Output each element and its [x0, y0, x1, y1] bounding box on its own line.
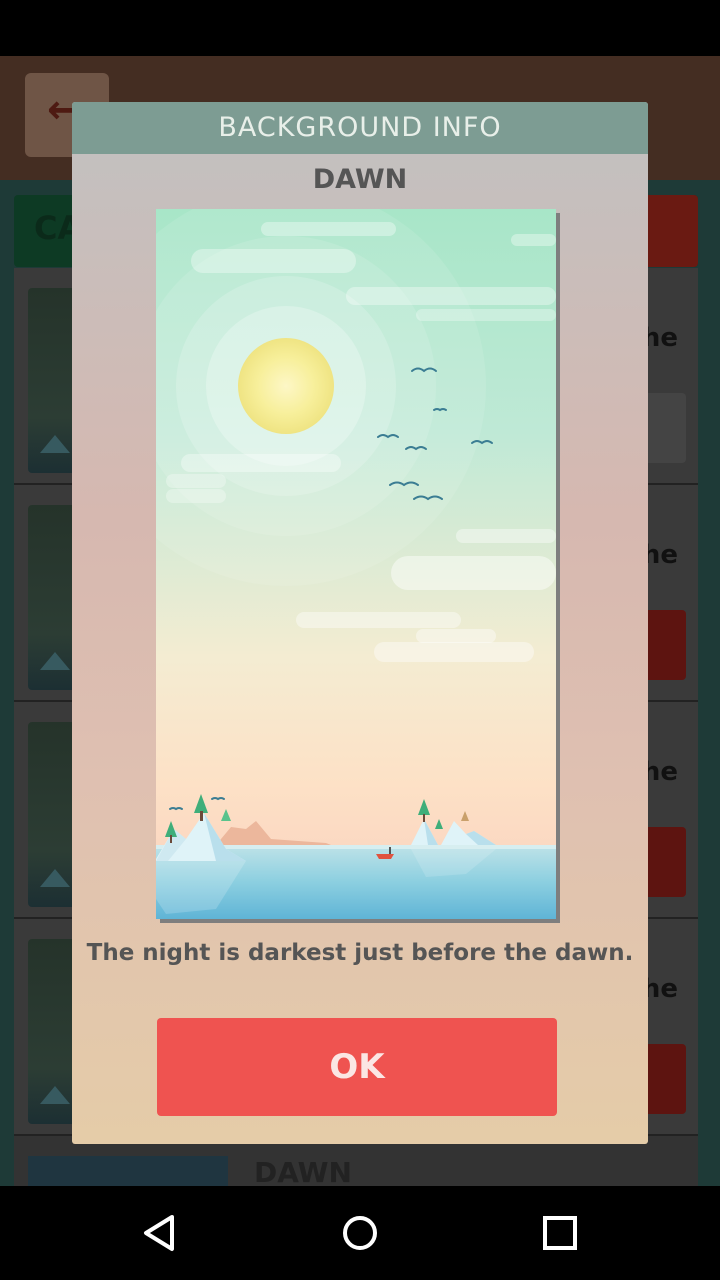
nav-back-button[interactable] [130, 1203, 190, 1263]
nav-recents-button[interactable] [530, 1203, 590, 1263]
dialog-title: BACKGROUND INFO [218, 112, 502, 143]
ok-button[interactable]: OK [157, 1018, 557, 1116]
circle-home-icon [343, 1216, 377, 1250]
ok-button-label: OK [329, 1047, 385, 1087]
background-quote: The night is darkest just before the daw… [86, 940, 634, 966]
background-preview [156, 209, 560, 923]
row-title: DAWN [254, 1156, 352, 1189]
dawn-illustration [156, 209, 556, 919]
status-bar [0, 0, 720, 56]
row-thumbnail [28, 1156, 228, 1186]
dialog-header: BACKGROUND INFO [72, 102, 648, 154]
navigation-bar [0, 1186, 720, 1280]
background-info-dialog: BACKGROUND INFO DAWN The night is darkes… [72, 102, 648, 1144]
nav-home-button[interactable] [330, 1203, 390, 1263]
background-name: DAWN [312, 164, 408, 195]
square-recents-icon [543, 1216, 577, 1250]
triangle-back-icon [144, 1215, 174, 1251]
